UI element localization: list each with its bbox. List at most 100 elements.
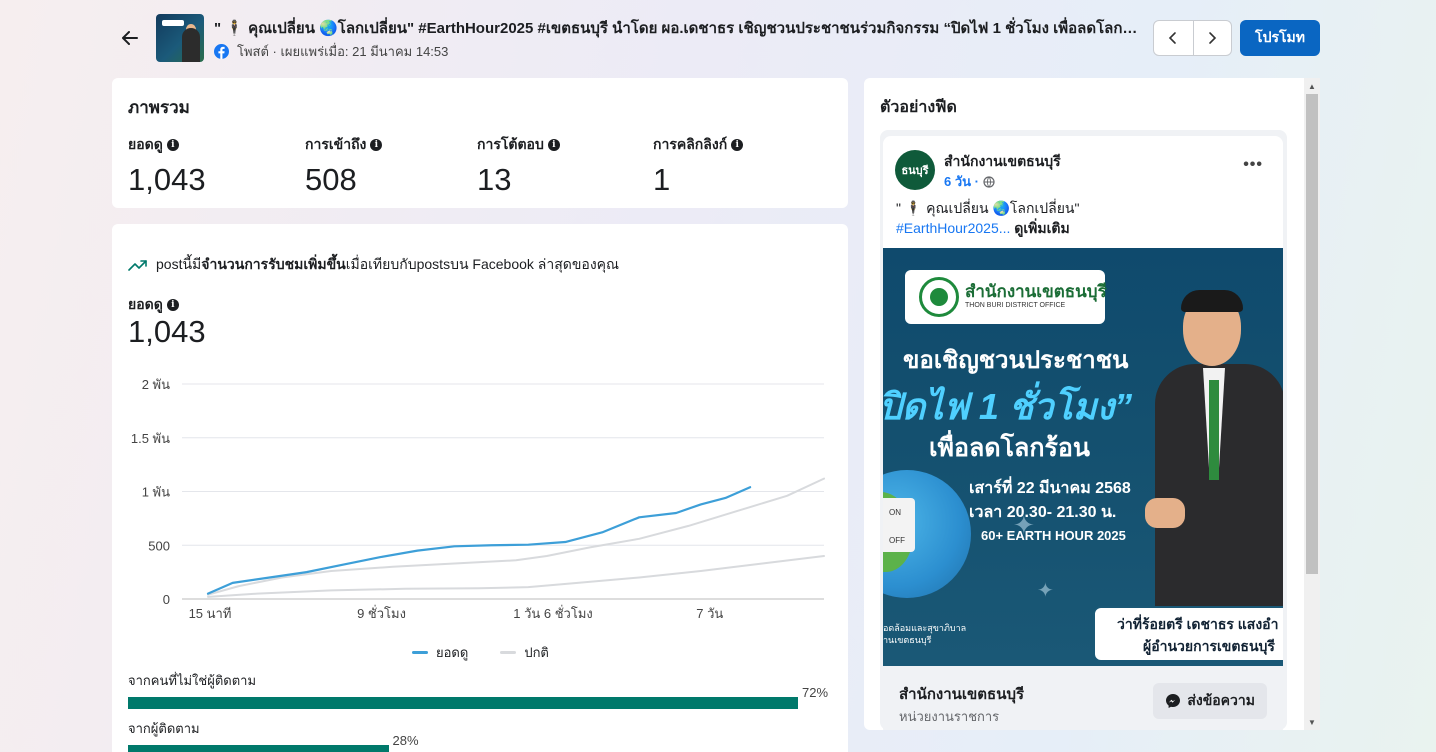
series-line-2 <box>207 555 825 598</box>
hashtag-link[interactable]: #EarthHour2025... <box>896 220 1010 236</box>
x-tick-label: 1 วัน 6 ชั่วโมง <box>513 605 593 621</box>
image-headline-2: ปิดไฟ 1 ชั่วโมง” <box>883 386 1133 427</box>
globe-icon <box>983 175 995 188</box>
metric-reach: การเข้าถึง i 508 <box>305 134 383 198</box>
image-date: เสาร์ที่ 22 มีนาคม 2568 <box>969 480 1131 497</box>
page-avatar[interactable]: ธนบุรี <box>895 150 935 190</box>
legend-label: ยอดดู <box>436 645 469 660</box>
district-logo: สำนักงานเขตธนบุรี THON BURI DISTRICT OFF… <box>905 270 1107 324</box>
info-icon[interactable]: i <box>731 139 744 151</box>
image-caption-name: ว่าที่ร้อยตรี เดชาธร แสงอำ <box>1117 616 1279 632</box>
trend-suffix: เมื่อเทียบกับpostsบน Facebook ล่าสุดของค… <box>345 256 620 272</box>
y-tick-label: 1 พัน <box>142 485 170 500</box>
facebook-post-preview: ธนบุรี สำนักงานเขตธนบุรี 6 วัน · ••• " 🕴… <box>880 130 1287 730</box>
post-time-text: 6 วัน · <box>944 174 979 189</box>
y-tick-label: 0 <box>163 592 170 607</box>
post-meta-text: โพสต์ · เผยแพร่เมื่อ: 21 มีนาคม 14:53 <box>237 44 449 59</box>
scroll-up-arrow-icon[interactable]: ▲ <box>1304 80 1320 94</box>
x-tick-label: 7 วัน <box>696 606 723 621</box>
switch-on-label: ON <box>889 508 901 517</box>
non-follower-bar: จากคนที่ไม่ใช่ผู้ติดตาม 72% <box>128 670 834 709</box>
bar-fill <box>128 745 389 752</box>
image-caption-box: ว่าที่ร้อยตรี เดชาธร แสงอำ ผู้อำนวยการเข… <box>1093 606 1283 662</box>
bar-percent: 28% <box>392 733 419 748</box>
bar-label: จากคนที่ไม่ใช่ผู้ติดตาม <box>128 673 257 688</box>
metric-link-clicks: การคลิกลิงก์ i 1 <box>653 134 744 198</box>
image-caption-role: ผู้อำนวยการเขตธนบุรี <box>1143 638 1275 654</box>
messenger-icon <box>1166 694 1181 708</box>
legend-swatch <box>500 651 517 654</box>
feed-preview-card: ตัวอย่างฟีด ธนบุรี สำนักงานเขตธนบุรี 6 ว… <box>864 78 1304 730</box>
overview-title: ภาพรวม <box>128 98 190 117</box>
trend-prefix: postนี้มี <box>156 256 202 272</box>
light-switch-icon: ON OFF <box>883 498 915 552</box>
footer-page-category: หน่วยงานราชการ <box>899 709 1000 724</box>
sparkle-icon: ✦ <box>1013 510 1035 540</box>
more-options-icon[interactable]: ••• <box>1243 156 1263 174</box>
bar-percent: 72% <box>802 685 829 700</box>
metric-label: การเข้าถึง <box>305 136 367 152</box>
metric-engagement: การโต้ตอบ i 13 <box>477 134 560 198</box>
post-title: " 🕴 คุณเปลี่ยน 🌏โลกเปลี่ยน" #EarthHour20… <box>214 20 1144 37</box>
sparkle-icon: ✦ <box>1037 580 1054 602</box>
next-post-button[interactable] <box>1192 21 1232 55</box>
preview-scrollbar[interactable]: ▲ ▼ <box>1304 78 1320 730</box>
y-tick-label: 2 พัน <box>142 377 170 392</box>
series-line-0 <box>206 486 752 595</box>
image-left-caption: อดล้อมและสุขาภิบาล านเขตธนบุรี <box>883 623 967 645</box>
legend-item-typical[interactable]: ปกติ <box>500 642 549 663</box>
metric-views: ยอดดู i 1,043 <box>128 134 206 198</box>
metric-label: ยอดดู <box>128 136 163 152</box>
image-time: เวลา 20.30- 21.30 น. <box>969 504 1117 521</box>
post-time[interactable]: 6 วัน · <box>944 171 995 192</box>
image-headline-3: เพื่อลดโลกร้อน <box>929 434 1091 462</box>
y-tick-label: 500 <box>148 538 170 553</box>
promote-button[interactable]: โปรโมท <box>1240 20 1320 56</box>
info-icon[interactable]: i <box>370 139 383 151</box>
see-more-link[interactable]: ดูเพิ่มเติม <box>1010 220 1069 236</box>
x-tick-label: 15 นาที <box>189 606 232 621</box>
logo-title: สำนักงานเขตธนบุรี <box>965 282 1107 301</box>
facebook-icon <box>214 44 229 59</box>
chevron-right-icon <box>1209 32 1217 44</box>
metric-label: การโต้ตอบ <box>477 136 544 152</box>
metric-label: การคลิกลิงก์ <box>653 136 728 152</box>
legend-item-views[interactable]: ยอดดู <box>412 642 468 663</box>
district-seal-icon <box>919 277 959 317</box>
send-message-label: ส่งข้อความ <box>1187 692 1255 708</box>
metric-value: 13 <box>477 162 512 197</box>
bar-fill <box>128 697 798 709</box>
views-label-row: ยอดดู i <box>128 294 179 316</box>
trend-message: postนี้มี จำนวนการรับชมเพิ่มขึ้น เมื่อเทีย… <box>128 254 619 276</box>
metric-value: 1 <box>653 162 671 197</box>
logo-subtitle: THON BURI DISTRICT OFFICE <box>965 302 1066 309</box>
views-value: 1,043 <box>128 314 206 349</box>
send-message-button[interactable]: ส่งข้อความ <box>1153 683 1267 719</box>
info-icon[interactable]: i <box>547 139 560 151</box>
footer-page-name[interactable]: สำนักงานเขตธนบุรี <box>899 682 1024 706</box>
image-headline-1: ขอเชิญชวนประชาชน <box>903 347 1129 374</box>
post-navigation <box>1153 20 1232 56</box>
post-footer: สำนักงานเขตธนบุรี หน่วยงานราชการ ส่งข้อค… <box>883 666 1283 730</box>
page-name[interactable]: สำนักงานเขตธนบุรี <box>944 151 1061 173</box>
post-header: " 🕴 คุณเปลี่ยน 🌏โลกเปลี่ยน" #EarthHour20… <box>112 10 1320 66</box>
back-arrow-icon[interactable] <box>118 26 142 50</box>
trend-bold: จำนวนการรับชมเพิ่มขึ้น <box>201 256 346 272</box>
legend-swatch <box>412 651 428 654</box>
follower-bar: จากผู้ติดตาม 28% <box>128 718 834 752</box>
scroll-down-arrow-icon[interactable]: ▼ <box>1304 716 1320 730</box>
chevron-left-icon <box>1169 32 1177 44</box>
post-text: " 🕴 คุณเปลี่ยน 🌏โลกเปลี่ยน" #EarthHour20… <box>896 198 1276 238</box>
previous-post-button[interactable] <box>1154 21 1193 55</box>
scroll-thumb[interactable] <box>1306 94 1318 574</box>
chart-legend: ยอดดู ปกติ <box>412 642 549 663</box>
y-tick-label: 1.5 พัน <box>131 431 170 446</box>
image-event: 60+ EARTH HOUR 2025 <box>981 528 1126 543</box>
post-meta: โพสต์ · เผยแพร่เมื่อ: 21 มีนาคม 14:53 <box>214 41 448 62</box>
info-icon[interactable]: i <box>166 299 179 311</box>
metric-value: 508 <box>305 162 357 197</box>
bar-label: จากผู้ติดตาม <box>128 721 200 736</box>
post-image[interactable]: สำนักงานเขตธนบุรี THON BURI DISTRICT OFF… <box>883 248 1283 666</box>
overview-card: ภาพรวม ยอดดู i 1,043 การเข้าถึง i 508 การโ… <box>112 78 848 208</box>
info-icon[interactable]: i <box>166 139 179 151</box>
